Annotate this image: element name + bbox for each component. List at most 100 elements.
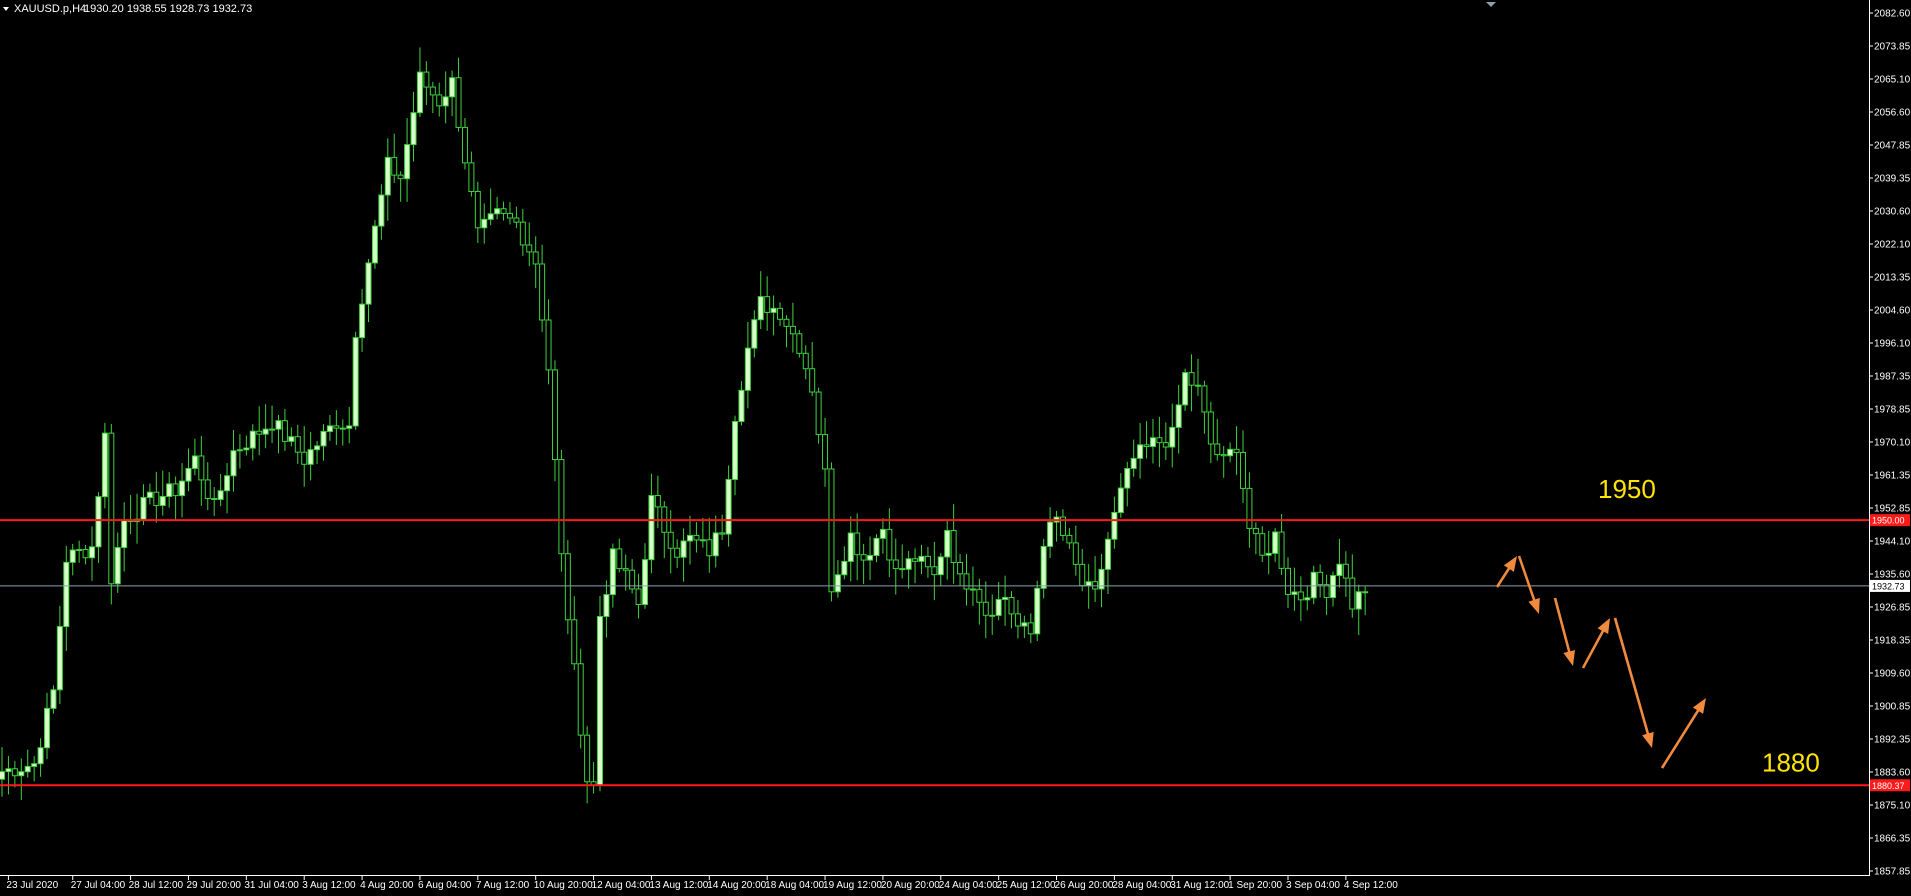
candle-body [397,174,404,180]
price-tick-label: 2013.35 [1874,273,1911,284]
time-tick-label: 3 Aug 12:00 [302,880,356,891]
bid-badge-text: 1932.73 [1872,581,1905,591]
candle-body [596,615,603,786]
candle-body [217,490,224,500]
candle-body [1310,571,1317,599]
candle-body [867,555,874,561]
candle-body [1149,437,1156,448]
candle-body [789,325,796,335]
candle-body [1336,563,1343,577]
candle-body [1169,426,1176,448]
candle-body [365,262,372,305]
price-tick-label: 2073.85 [1874,42,1911,53]
candle-body [751,319,758,349]
price-tick-label: 1883.60 [1874,768,1911,779]
candle-body [481,218,488,229]
candle-body [873,537,880,557]
price-tick-label: 1970.10 [1874,438,1911,449]
candle-body [796,333,803,354]
candle-body [506,212,513,219]
candle-body [307,449,314,465]
candle-body [140,497,147,520]
candle-body [5,768,12,773]
candle-body [11,768,18,777]
time-tick-label: 26 Aug 20:00 [1055,880,1114,891]
candle-body [757,296,764,321]
candle-body [56,626,63,691]
candle-body [436,94,443,107]
candle-body [706,539,713,557]
candle-body [539,263,546,321]
time-tick-label: 31 Jul 04:00 [244,880,299,891]
candle-body [44,707,51,749]
candle-body [918,555,925,562]
candle-body [719,532,726,535]
price-tick-label: 1996.10 [1874,339,1911,350]
candle-body [584,734,591,783]
candle-body [712,532,719,557]
time-tick-label: 4 Aug 20:00 [360,880,414,891]
price-tick-label: 2039.35 [1874,174,1911,185]
price-tick-label: 1944.10 [1874,537,1911,548]
time-tick-label: 14 Aug 20:00 [707,880,766,891]
price-tick-label: 2065.10 [1874,75,1911,86]
candle-body [224,475,231,492]
candle-body [326,425,333,432]
candle-body [680,540,687,558]
candle-body [1323,584,1330,599]
candle-body [442,96,449,107]
price-tick-label: 1875.10 [1874,801,1911,812]
candle-body [879,528,886,539]
candle-body [346,425,353,429]
candle-body [275,420,282,430]
time-tick-label: 7 Aug 12:00 [476,880,530,891]
candle-body [1040,545,1047,589]
candle-body [899,568,906,571]
candle-body [1143,444,1150,448]
candle-body [1194,384,1201,387]
candle-body [76,549,83,552]
candle-body [204,479,211,500]
candle-body [1008,596,1015,615]
candle-body [1002,596,1009,600]
candle-body [339,427,346,430]
candle-body [288,436,295,442]
candle-body [24,765,31,773]
candle-body [1021,622,1028,627]
candle-body [1014,613,1021,627]
time-tick-label: 20 Aug 20:00 [881,880,940,891]
candle-body [809,368,816,393]
candle-body [609,548,616,596]
price-tick-label: 1926.85 [1874,603,1911,614]
price-tick-label: 1935.60 [1874,570,1911,581]
candle-body [82,549,89,559]
candle-body [648,495,655,561]
candle-body [1156,437,1163,444]
candle-body [1220,454,1227,457]
candle-body [1034,587,1041,635]
candle-body [654,495,661,508]
candle-body [494,208,501,215]
candle-body [725,478,732,535]
candle-body [1092,581,1099,590]
candle-body [886,528,893,561]
candle-body [532,251,539,265]
price-tick-label: 1987.35 [1874,372,1911,383]
candle-body [1079,563,1086,587]
candle-body [1259,533,1266,556]
candle-body [359,303,366,339]
candle-body [429,86,436,96]
time-tick-label: 29 Jul 20:00 [186,880,241,891]
candle-body [1201,385,1208,413]
candle-body [642,559,648,606]
time-tick-label: 1 Sep 20:00 [1228,880,1282,891]
candle-body [172,483,179,497]
candle-body [404,144,411,180]
price-tick-label: 1857.85 [1874,867,1911,878]
candle-body [1252,527,1259,535]
price-chart[interactable]: 1950 1880 2082.60 2073.85 2065.10 2056.60 204… [0,0,1911,896]
candle-body [159,495,166,506]
candle-body [301,451,308,465]
price-tick-label: 2004.60 [1874,306,1911,317]
candle-body [905,558,912,570]
